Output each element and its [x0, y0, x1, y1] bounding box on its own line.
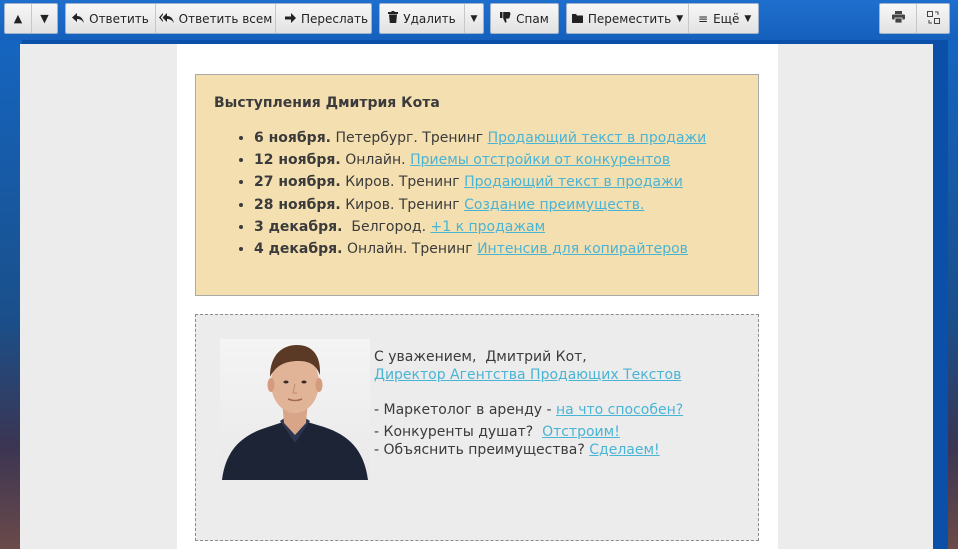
- event-item: 27 ноября. Киров. Тренинг Продающий текс…: [254, 171, 740, 193]
- move-button-group: Переместить ▼ ≡ Ещё ▼: [566, 3, 759, 34]
- left-gutter: [20, 44, 177, 549]
- event-link[interactable]: Интенсив для копирайтеров: [477, 241, 688, 257]
- capabilities-link[interactable]: на что способен?: [556, 402, 683, 418]
- more-button[interactable]: ≡ Ещё ▼: [688, 4, 760, 33]
- events-list: 6 ноября. Петербург. Тренинг Продающий т…: [214, 127, 740, 260]
- nav-button-group: ▲ ▼: [4, 3, 58, 34]
- event-item: 6 ноября. Петербург. Тренинг Продающий т…: [254, 127, 740, 149]
- move-button[interactable]: Переместить ▼: [567, 4, 688, 33]
- prev-message-button[interactable]: ▲: [5, 4, 31, 33]
- outrun-link[interactable]: Отстроим!: [542, 424, 620, 440]
- signature-greeting: С уважением, Дмитрий Кот,: [374, 349, 587, 365]
- forward-label: Переслать: [301, 11, 369, 26]
- delete-button-group: Удалить ▼: [379, 3, 484, 34]
- thumbs-down-icon: [500, 11, 511, 26]
- caret-down-icon: ▼: [470, 13, 478, 24]
- more-caret-icon: ▼: [744, 13, 752, 24]
- spam-label: Спам: [516, 11, 549, 26]
- event-item: 3 декабря. Белгород. +1 к продажам: [254, 216, 740, 238]
- delete-options-dropdown[interactable]: ▼: [464, 4, 483, 33]
- reply-button-group: Ответить Ответить всем Переслать: [65, 3, 372, 34]
- signature-position-link[interactable]: Директор Агентства Продающих Текстов: [374, 366, 683, 384]
- event-item: 4 декабря. Онлайн. Тренинг Интенсив для …: [254, 238, 740, 260]
- event-link[interactable]: Создание преимуществ.: [464, 197, 644, 213]
- advantages-link[interactable]: Сделаем!: [589, 442, 659, 458]
- arrow-down-icon: ▼: [40, 12, 49, 25]
- background-left: [0, 40, 22, 549]
- mail-toolbar: ▲ ▼ Ответить Ответить всем Переслать Уда…: [0, 0, 958, 40]
- forward-arrow-icon: [285, 12, 296, 26]
- layout-switch-icon: [926, 10, 940, 27]
- menu-lines-icon: ≡: [698, 11, 709, 26]
- event-link[interactable]: Продающий текст в продажи: [464, 174, 683, 190]
- reply-icon: [72, 12, 85, 26]
- trash-icon: [388, 11, 399, 26]
- move-caret-icon: ▼: [676, 13, 684, 24]
- signature-text: С уважением, Дмитрий Кот, Директор Агент…: [374, 348, 683, 459]
- author-photo: [220, 339, 370, 480]
- events-title: Выступления Дмитрия Кота: [214, 95, 440, 111]
- view-button-group: [879, 3, 950, 34]
- event-item: 28 ноября. Киров. Тренинг Создание преим…: [254, 194, 740, 216]
- folder-icon: [571, 12, 583, 26]
- event-item: 12 ноября. Онлайн. Приемы отстройки от к…: [254, 149, 740, 171]
- printer-icon: [891, 11, 905, 26]
- event-link[interactable]: Продающий текст в продажи: [488, 130, 707, 146]
- event-link[interactable]: Приемы отстройки от конкурентов: [410, 152, 670, 168]
- spam-button[interactable]: Спам: [491, 4, 558, 33]
- print-button[interactable]: [880, 4, 916, 33]
- forward-button[interactable]: Переслать: [275, 4, 377, 33]
- reply-all-label: Ответить всем: [178, 11, 273, 26]
- signature-spacer: [374, 384, 683, 401]
- arrow-up-icon: ▲: [13, 12, 23, 25]
- delete-label: Удалить: [403, 11, 456, 26]
- reply-button[interactable]: Ответить: [66, 4, 155, 33]
- reply-all-button[interactable]: Ответить всем: [155, 4, 275, 33]
- move-label: Переместить: [587, 11, 672, 26]
- signature-line-1: - Маркетолог в аренду - на что способен?: [374, 402, 684, 418]
- background-right: [948, 40, 958, 549]
- right-gutter: [778, 44, 933, 549]
- spam-button-group: Спам: [490, 3, 559, 34]
- more-label: Ещё: [713, 11, 740, 26]
- events-box: Выступления Дмитрия Кота 6 ноября. Петер…: [195, 74, 759, 296]
- reply-label: Ответить: [89, 11, 149, 26]
- signature-box: С уважением, Дмитрий Кот, Директор Агент…: [195, 314, 759, 541]
- signature-line-2: - Конкуренты душат? Отстроим!: [374, 424, 620, 440]
- switch-view-button[interactable]: [916, 4, 949, 33]
- next-message-button[interactable]: ▼: [30, 4, 57, 33]
- event-link[interactable]: +1 к продажам: [431, 219, 546, 235]
- signature-line-3: - Объяснить преимущества? Сделаем!: [374, 442, 660, 458]
- delete-button[interactable]: Удалить: [380, 4, 464, 33]
- reply-all-icon: [158, 12, 174, 26]
